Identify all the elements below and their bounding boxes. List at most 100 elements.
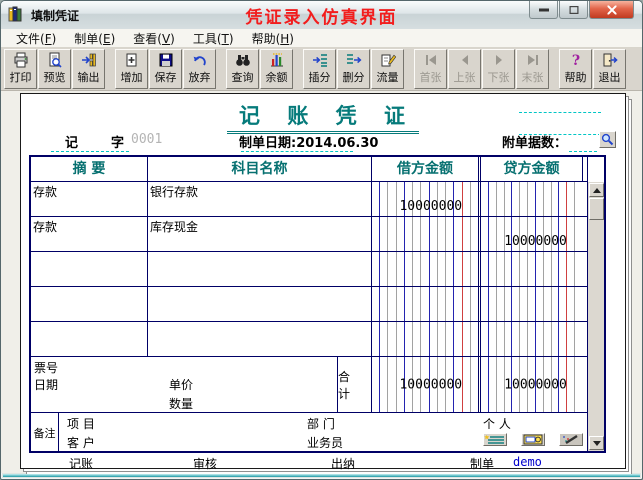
undo-button[interactable]: 放弃 (183, 49, 216, 89)
debit-cell[interactable] (372, 322, 478, 356)
account-cell[interactable] (148, 252, 372, 286)
voucher-row-5 (31, 322, 587, 357)
summary-cell[interactable]: 存款 (31, 182, 148, 216)
credit-total-amount: 10000000 (504, 377, 567, 392)
menu-t[interactable]: 工具(T) (184, 28, 243, 49)
grid-scrollbar[interactable] (587, 182, 604, 451)
add-button[interactable]: 增加 (115, 49, 148, 89)
account-cell[interactable]: 银行存款 (148, 182, 372, 216)
flow-button[interactable]: 流量 (371, 49, 404, 89)
window-controls (528, 1, 634, 19)
summary-cell[interactable]: 存款 (31, 217, 148, 251)
person-label: 个 人 (483, 417, 511, 431)
scroll-down-button[interactable] (589, 436, 604, 450)
ledger-ruling (481, 252, 582, 286)
arrow-up-icon (592, 187, 601, 193)
toolbar: 打印 预览 输出 增加 保存 放弃 查询 余额 插分 删分 流量 首张 上张 下张 末张? 帮助 退出 (1, 48, 642, 91)
summary-cell[interactable] (31, 252, 148, 286)
preview-button[interactable]: 预览 (38, 49, 71, 89)
wand-icon (560, 434, 582, 445)
attachment-count-label: 附单据数： (502, 136, 568, 151)
credit-cell[interactable] (478, 182, 582, 216)
bill-date-label: 日期 (34, 378, 59, 392)
voucher-word-left[interactable]: 记 (65, 132, 78, 151)
wand-shortcut-button[interactable] (559, 433, 583, 446)
toolbar-button-label: 放弃 (188, 71, 211, 84)
toolbar-button-label: 删分 (342, 71, 365, 84)
help-button[interactable]: ? 帮助 (559, 49, 592, 89)
menu-f[interactable]: 文件(F) (7, 28, 65, 49)
page-no-input[interactable] (519, 112, 601, 113)
ledger-ruling (372, 287, 478, 321)
auditor-label: 审核 (193, 457, 218, 471)
minimize-button[interactable] (529, 1, 558, 19)
exit-icon (602, 50, 618, 69)
debit-cell[interactable]: 10000000 (372, 182, 478, 216)
bookkeeper-label: 记账 (69, 457, 94, 471)
voucher-grid: 摘 要 科目名称 借方金额 贷方金额 存款 银行存款 10000000 存款 库存现金 1… (29, 155, 606, 453)
close-button[interactable] (589, 1, 634, 19)
insert-split-button[interactable]: 插分 (303, 49, 336, 89)
voucher-paper: 记 账 凭 证 记 字 0001 制单日期:2014.06.30 附单据数： 摘… (20, 93, 626, 471)
export-button[interactable]: 输出 (72, 49, 105, 89)
account-cell[interactable] (148, 322, 372, 356)
scroll-up-button[interactable] (589, 183, 604, 197)
voucher-word-right: 字 (111, 136, 125, 151)
scrollbar-thumb[interactable] (589, 198, 604, 220)
printer-button[interactable]: 打印 (4, 49, 37, 89)
voucher-number[interactable]: 0001 (131, 132, 162, 147)
help-icon: ? (568, 50, 584, 69)
credit-cell[interactable] (478, 322, 582, 356)
header-account: 科目名称 (148, 157, 372, 181)
mail-icon (523, 434, 543, 445)
toolbar-button-label: 下张 (487, 71, 510, 84)
credit-total-cell: 10000000 (478, 357, 582, 412)
totals-info-cell[interactable]: 票号 日期 单价 数量 (31, 357, 338, 412)
note-shortcut-button[interactable] (483, 433, 507, 446)
account-cell[interactable] (148, 287, 372, 321)
undo-icon (192, 50, 208, 69)
attachment-lookup-button[interactable] (599, 131, 616, 148)
voucher-date-underline[interactable] (241, 151, 353, 152)
ledger-ruling (481, 287, 582, 321)
voucher-word-underline[interactable] (51, 151, 129, 152)
remarks-content-cell[interactable]: 项 目 客 户 部 门 业务员 个 人 (59, 413, 587, 453)
voucher-date[interactable]: 制单日期:2014.06.30 (239, 132, 378, 151)
last-button: 末张 (516, 49, 549, 89)
toolbar-button-label: 输出 (77, 71, 100, 84)
ledger-ruling (372, 322, 478, 356)
preparer-label: 制单 (470, 457, 495, 471)
menu-e[interactable]: 制单(E) (65, 28, 124, 49)
ledger-ruling (372, 217, 478, 251)
credit-cell[interactable]: 10000000 (478, 217, 582, 251)
debit-cell[interactable] (372, 217, 478, 251)
mail-shortcut-button[interactable] (521, 433, 545, 446)
toolbar-button-label: 末张 (521, 71, 544, 84)
summary-cell[interactable] (31, 287, 148, 321)
arrow-down-icon (592, 440, 601, 446)
menu-h[interactable]: 帮助(H) (243, 28, 303, 49)
toolbar-button-label: 余额 (265, 71, 288, 84)
summary-cell[interactable] (31, 322, 148, 356)
menubar: 文件(F) 制单(E) 查看(V) 工具(T) 帮助(H) (1, 29, 642, 48)
attachment-count-input[interactable] (569, 151, 597, 152)
exit-button[interactable]: 退出 (593, 49, 626, 89)
credit-cell[interactable] (478, 287, 582, 321)
debit-cell[interactable] (372, 287, 478, 321)
toolbar-button-label: 查询 (231, 71, 254, 84)
toolbar-button-label: 预览 (43, 71, 66, 84)
menu-v[interactable]: 查看(V) (124, 28, 184, 49)
account-cell[interactable]: 库存现金 (148, 217, 372, 251)
magnifier-icon (601, 133, 614, 146)
credit-cell[interactable] (478, 252, 582, 286)
balance-chart-icon (269, 50, 285, 69)
balance-chart-button[interactable]: 余额 (260, 49, 293, 89)
header-credit: 贷方金额 (478, 157, 582, 181)
toolbar-button-label: 增加 (120, 71, 143, 84)
bill-no-label: 票号 (34, 361, 59, 375)
save-button[interactable]: 保存 (149, 49, 182, 89)
debit-cell[interactable] (372, 252, 478, 286)
binoculars-button[interactable]: 查询 (226, 49, 259, 89)
delete-split-button[interactable]: 删分 (337, 49, 370, 89)
maximize-button[interactable] (559, 1, 588, 19)
